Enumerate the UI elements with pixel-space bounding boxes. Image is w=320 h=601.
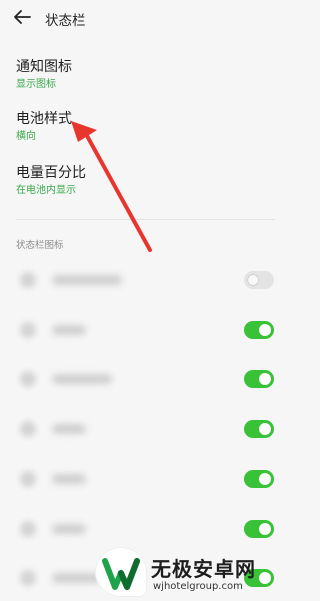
status-icon-label	[52, 374, 112, 384]
setting-label: 电量百分比	[16, 165, 86, 181]
section-title: 状态栏图标	[16, 240, 64, 251]
status-icon-row	[0, 318, 293, 342]
setting-label: 通知图标	[16, 59, 72, 75]
setting-value: 显示图标	[16, 79, 56, 90]
toggle-knob	[259, 473, 271, 485]
status-icon-label	[52, 325, 86, 335]
status-icon	[20, 421, 36, 437]
setting-label: 电池样式	[16, 111, 72, 127]
watermark-title: 无极安卓网	[151, 557, 256, 581]
toggle-knob	[259, 373, 271, 385]
setting-value: 横向	[16, 131, 36, 142]
status-icon-label	[52, 474, 86, 484]
toggle-knob	[259, 324, 271, 336]
status-icon-toggle[interactable]	[244, 520, 274, 538]
setting-battery-percentage[interactable]: 电量百分比 在电池内显示	[16, 164, 266, 198]
setting-value: 在电池内显示	[16, 185, 76, 196]
status-icon-label	[52, 524, 86, 534]
top-bar: 状态栏	[0, 0, 293, 34]
status-icon-label	[52, 275, 122, 285]
watermark: 无极安卓网 wjhotelgroup.com	[95, 545, 293, 599]
status-icon-toggle[interactable]	[244, 370, 274, 388]
status-icon-toggle[interactable]	[244, 470, 274, 488]
status-icon	[20, 371, 36, 387]
status-icon-row	[0, 467, 293, 491]
status-icon-toggle[interactable]	[244, 321, 274, 339]
divider	[16, 219, 275, 220]
toggle-knob	[259, 423, 271, 435]
w-logo-icon	[102, 558, 140, 590]
toggle-knob	[259, 523, 271, 535]
status-icon-toggle[interactable]	[244, 271, 274, 289]
status-icon	[20, 570, 36, 586]
status-icon-toggle[interactable]	[244, 420, 274, 438]
status-icon-row	[0, 268, 293, 292]
status-icon	[20, 322, 36, 338]
setting-notification-icons[interactable]: 通知图标 显示图标	[16, 58, 266, 92]
back-button[interactable]	[12, 8, 32, 26]
status-icon-row	[0, 417, 293, 441]
status-icon-row	[0, 367, 293, 391]
status-icon-row	[0, 517, 293, 541]
toggle-knob	[247, 274, 259, 286]
status-icon	[20, 272, 36, 288]
status-icon-label	[52, 424, 86, 434]
status-icon	[20, 521, 36, 537]
page-title: 状态栏	[45, 13, 86, 29]
watermark-url: wjhotelgroup.com	[153, 581, 243, 592]
watermark-logo	[95, 547, 147, 597]
status-icon	[20, 471, 36, 487]
arrow-left-icon	[14, 10, 31, 24]
setting-battery-style[interactable]: 电池样式 横向	[16, 110, 266, 144]
